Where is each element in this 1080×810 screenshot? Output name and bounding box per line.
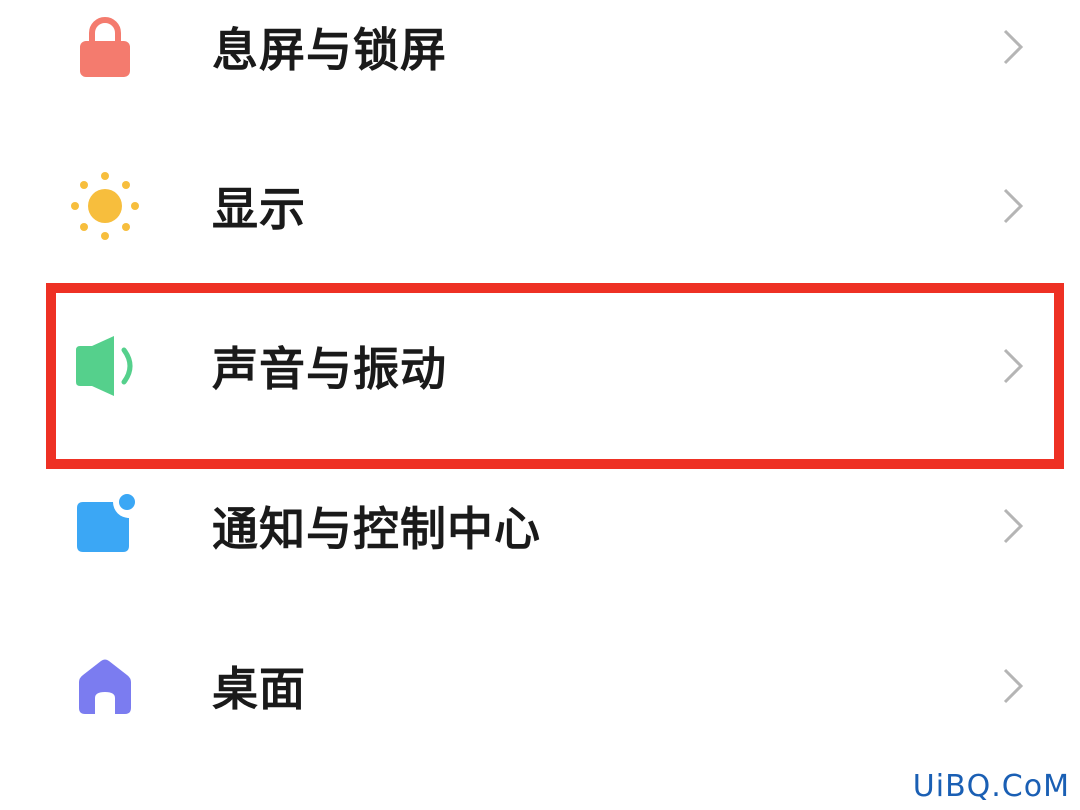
watermark: UiBQ.CoM [912, 769, 1070, 804]
settings-item-desktop[interactable]: 桌面 [0, 606, 1080, 766]
settings-item-sound-vibration[interactable]: 声音与振动 [0, 286, 1080, 446]
chevron-right-icon [998, 184, 1028, 228]
speaker-icon [70, 331, 140, 401]
chevron-right-icon [998, 25, 1028, 69]
settings-item-label: 息屏与锁屏 [212, 23, 447, 77]
settings-screen: 息屏与锁屏 显示 声音与振动 通知与控制中心 桌面 UiBQ.CoM [0, 0, 1080, 810]
settings-item-label: 显示 [212, 182, 306, 236]
notification-icon [70, 491, 140, 561]
settings-item-label: 通知与控制中心 [212, 502, 541, 556]
settings-item-label: 声音与振动 [212, 342, 447, 396]
settings-item-label: 桌面 [212, 662, 306, 716]
lock-icon [70, 12, 140, 82]
settings-item-notifications[interactable]: 通知与控制中心 [0, 446, 1080, 606]
settings-item-display[interactable]: 显示 [0, 126, 1080, 286]
home-icon [70, 651, 140, 721]
sun-icon [70, 171, 140, 241]
chevron-right-icon [998, 504, 1028, 548]
chevron-right-icon [998, 664, 1028, 708]
chevron-right-icon [998, 344, 1028, 388]
settings-item-lock-screen[interactable]: 息屏与锁屏 [0, 0, 1080, 127]
